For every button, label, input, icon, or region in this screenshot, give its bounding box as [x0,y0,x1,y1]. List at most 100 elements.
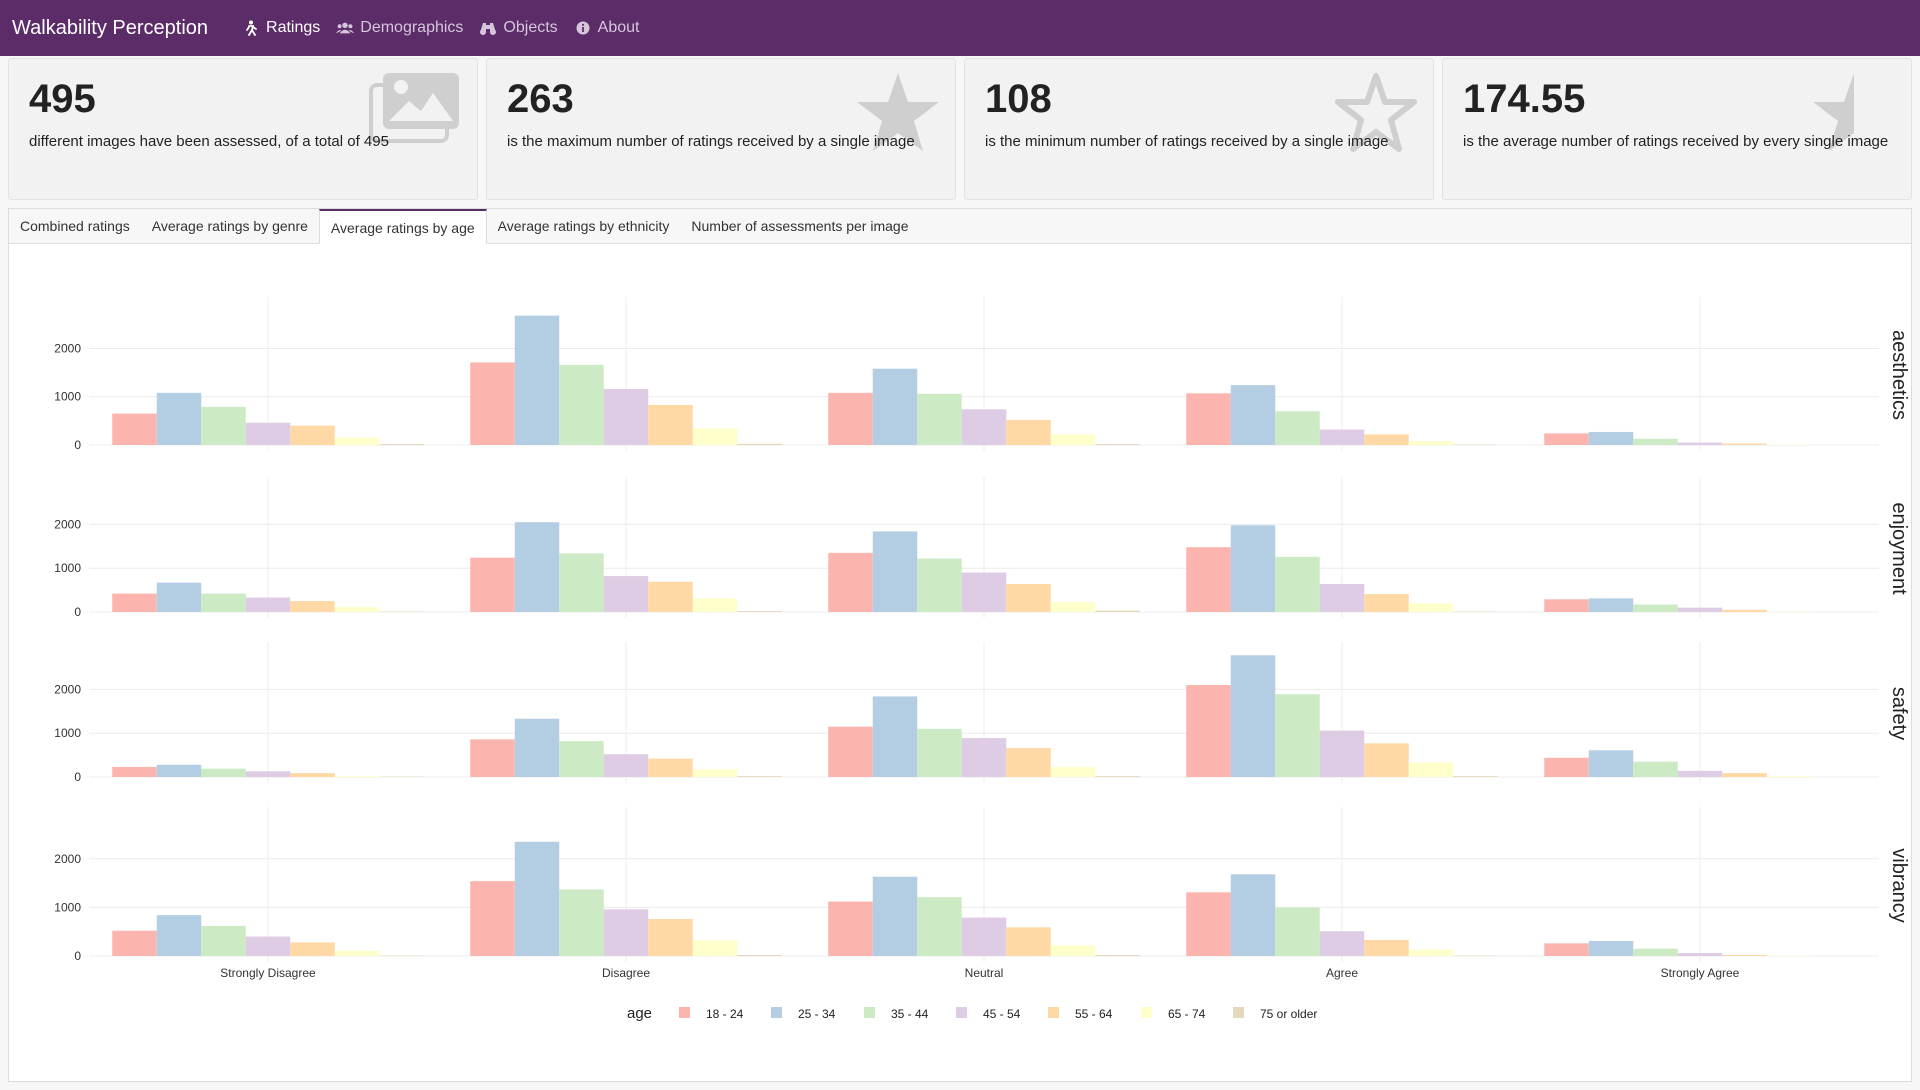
tab-ratings-by-genre[interactable]: Average ratings by genre [141,209,319,243]
bar-aesthetics-3 [1319,429,1365,445]
bar-aesthetics-4 [1722,443,1767,445]
navbar: Walkability Perception Ratings Demograph… [0,0,1920,56]
tab-ratings-by-age[interactable]: Average ratings by age [318,209,487,244]
bar-safety-5 [1766,776,1812,777]
bar-safety-6 [737,776,782,777]
bar-vibrancy-6 [737,955,782,956]
bar-safety-1 [1230,655,1276,777]
nav-ratings[interactable]: Ratings [242,19,320,37]
bar-safety-5 [1050,766,1096,777]
bar-enjoyment-6 [737,611,782,612]
bar-vibrancy-3 [603,909,649,956]
tab-bar: Combined ratings Average ratings by genr… [9,209,1911,244]
bar-enjoyment-1 [1230,525,1276,612]
bar-enjoyment-5 [1408,603,1454,612]
bar-safety-4 [1364,743,1409,777]
bar-safety-4 [1722,773,1767,777]
users-icon [336,19,355,37]
y-tick-label: 1000 [54,900,81,914]
bar-aesthetics-0 [112,413,157,445]
x-tick-label: Neutral [965,966,1004,980]
bar-aesthetics-2 [201,406,246,445]
age-ratings-chart: 0 1000 2000 aesthetics 0 1000 2000 enjoyment 0 10… [54,297,1910,1022]
y-tick-label: 2000 [54,517,81,531]
legend-label: 25 - 34 [798,1007,836,1021]
tab-combined-ratings[interactable]: Combined ratings [9,209,141,243]
bar-aesthetics-5 [334,437,380,445]
bar-vibrancy-6 [1095,955,1140,956]
bar-enjoyment-3 [245,597,291,612]
bar-safety-1 [872,696,918,777]
bar-enjoyment-3 [1677,607,1723,612]
facet-label: vibrancy [1888,848,1910,922]
nav-objects[interactable]: Objects [479,19,558,37]
bar-enjoyment-4 [290,601,335,612]
bar-aesthetics-6 [1095,444,1140,445]
nav-about-label: About [597,19,640,36]
legend-title: age [627,1005,652,1022]
x-tick-label: Strongly Agree [1661,966,1740,980]
bar-safety-2 [1633,761,1678,777]
bar-vibrancy-0 [112,930,157,956]
nav-demographics[interactable]: Demographics [336,19,463,37]
bar-vibrancy-4 [648,919,693,956]
bar-aesthetics-1 [156,392,202,445]
bar-vibrancy-3 [1319,931,1365,956]
bar-aesthetics-0 [828,392,873,445]
bar-enjoyment-2 [1633,604,1678,612]
stats-row: 495 different images have been assessed,… [8,58,1912,200]
bar-safety-3 [245,771,291,777]
bar-safety-0 [470,739,515,777]
y-tick-label: 0 [74,949,81,963]
stat-card-max-ratings: 263 is the maximum number of ratings rec… [486,58,956,200]
tab-assessments-per-image[interactable]: Number of assessments per image [680,209,919,243]
bar-safety-2 [559,741,604,777]
bar-enjoyment-5 [334,607,380,612]
y-tick-label: 2000 [54,682,81,696]
bar-safety-0 [112,766,157,777]
nav-ratings-label: Ratings [266,19,321,36]
bar-safety-4 [1006,748,1051,777]
bar-vibrancy-1 [156,915,202,956]
legend-label: 75 or older [1260,1007,1317,1021]
bar-vibrancy-4 [1006,927,1051,956]
bar-safety-0 [1544,757,1589,777]
bar-aesthetics-6 [737,443,782,445]
y-tick-label: 1000 [54,390,81,404]
bar-safety-4 [290,773,335,777]
x-tick-label: Disagree [602,966,650,980]
brand-title[interactable]: Walkability Perception [12,17,208,40]
nav-about[interactable]: About [574,19,640,37]
bar-enjoyment-2 [559,553,604,612]
bar-vibrancy-5 [334,950,380,956]
bar-vibrancy-0 [470,881,515,956]
bar-vibrancy-1 [872,876,918,956]
bar-enjoyment-0 [1186,547,1231,612]
bar-safety-3 [1677,770,1723,777]
y-tick-label: 1000 [54,726,81,740]
stat-description: different images have been assessed, of … [29,133,389,150]
bar-enjoyment-4 [1006,583,1051,612]
bar-vibrancy-1 [514,841,560,956]
y-tick-label: 2000 [54,341,81,355]
y-tick-label: 2000 [54,852,81,866]
bar-aesthetics-3 [603,389,649,445]
stat-card-min-ratings: 108 is the minimum number of ratings rec… [964,58,1434,200]
bar-aesthetics-1 [872,368,918,445]
bar-safety-6 [1453,776,1498,777]
bar-aesthetics-0 [470,362,515,445]
nav-objects-label: Objects [503,19,558,36]
bar-enjoyment-3 [603,576,649,612]
bar-safety-2 [201,768,246,777]
bar-enjoyment-4 [1364,594,1409,612]
bar-aesthetics-3 [961,409,1007,445]
tab-ratings-by-ethnicity[interactable]: Average ratings by ethnicity [487,209,681,243]
bar-enjoyment-2 [1275,556,1320,612]
bar-vibrancy-3 [1677,953,1723,956]
legend-swatch [1048,1007,1059,1018]
bar-aesthetics-3 [1677,442,1723,445]
bar-vibrancy-1 [1588,940,1634,956]
bar-safety-0 [828,726,873,777]
bar-aesthetics-3 [245,422,291,445]
ratings-panel: Combined ratings Average ratings by genr… [8,208,1912,1082]
